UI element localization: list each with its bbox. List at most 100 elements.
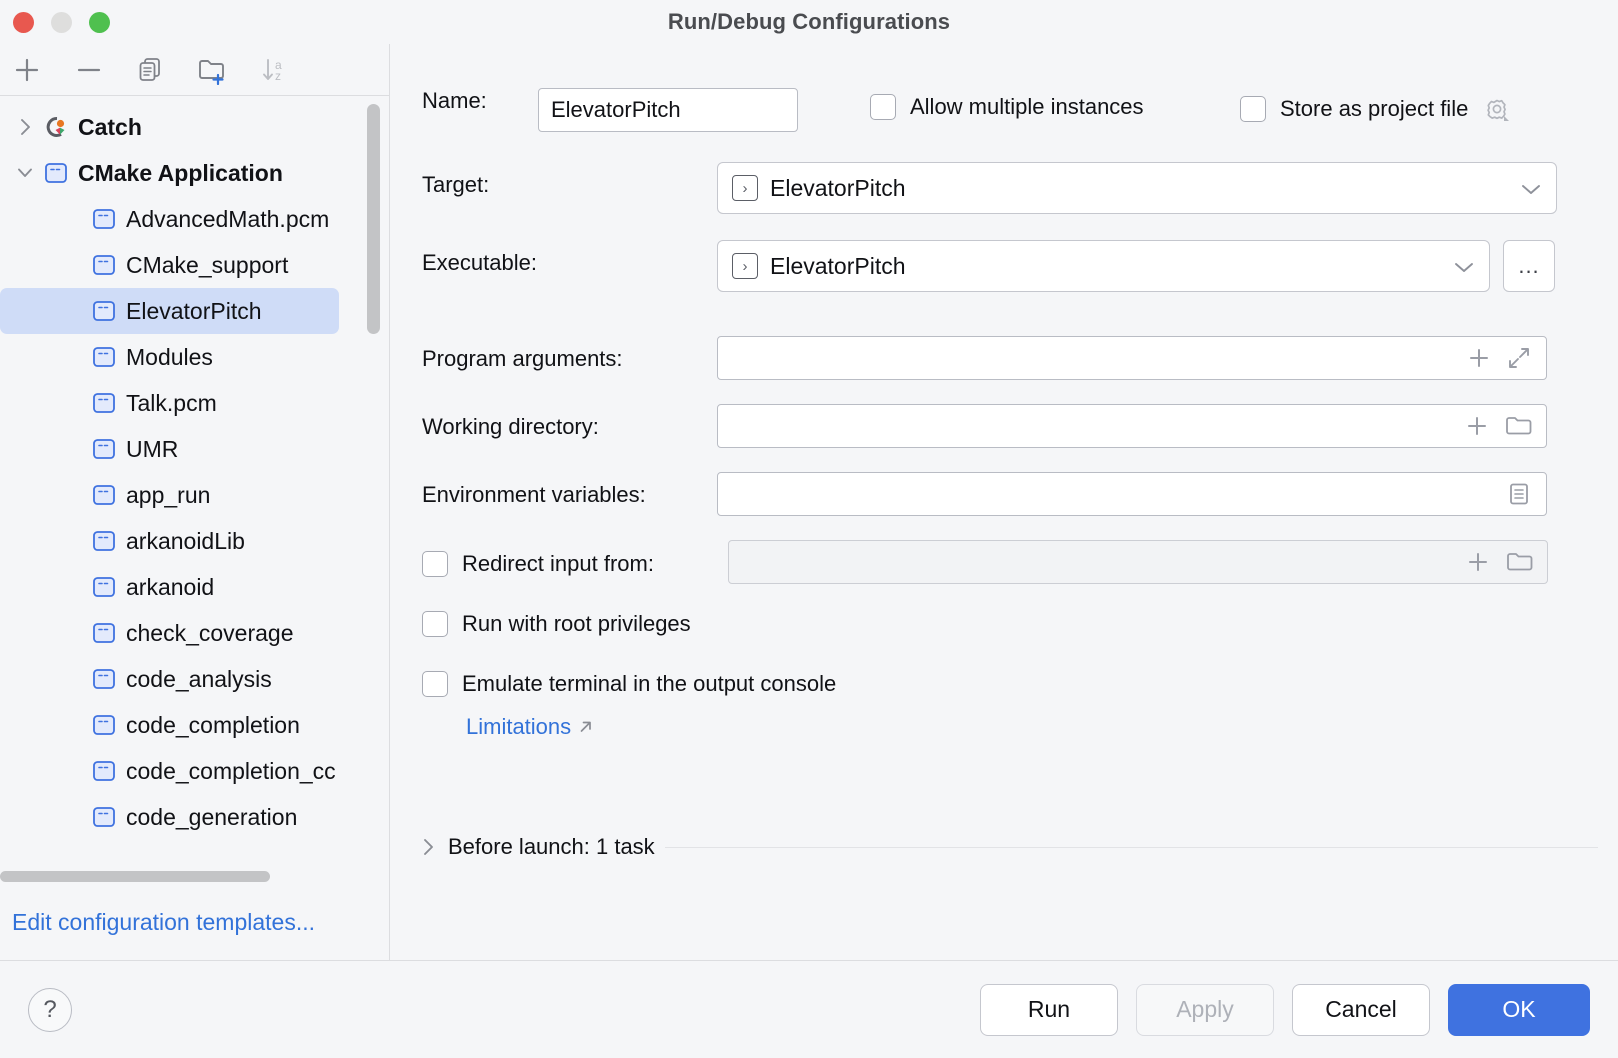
redirect-input-path-input[interactable]	[728, 540, 1548, 584]
program-arguments-input[interactable]	[717, 336, 1547, 380]
allow-multiple-instances-row[interactable]: Allow multiple instances	[870, 94, 1144, 120]
tree-item-code-analysis[interactable]: code_analysis	[0, 656, 389, 702]
executable-browse-button[interactable]: ...	[1503, 240, 1555, 292]
allow-multiple-instances-checkbox[interactable]	[870, 94, 896, 120]
sidebar-vertical-scrollbar[interactable]	[367, 104, 380, 334]
target-combobox[interactable]: › ElevatorPitch	[717, 162, 1557, 214]
cancel-button-label: Cancel	[1325, 996, 1397, 1023]
limitations-row[interactable]: Limitations	[466, 714, 594, 740]
tree-item-label: ElevatorPitch	[126, 298, 262, 325]
chevron-right-icon[interactable]	[418, 835, 438, 859]
tree-item-check-coverage[interactable]: check_coverage	[0, 610, 389, 656]
before-launch-divider	[665, 847, 1598, 848]
help-button[interactable]: ?	[28, 988, 72, 1032]
executable-browse-label: ...	[1518, 253, 1539, 279]
name-label: Name:	[422, 88, 542, 114]
tree-item-cmake-support[interactable]: CMake_support	[0, 242, 389, 288]
store-as-project-file-label: Store as project file	[1280, 96, 1468, 122]
before-launch-section[interactable]: Before launch: 1 task	[418, 834, 1598, 860]
executable-value: ElevatorPitch	[770, 253, 906, 280]
target-value: ElevatorPitch	[770, 175, 906, 202]
cmake-app-icon	[88, 805, 120, 829]
tree-item-talk-pcm[interactable]: Talk.pcm	[0, 380, 389, 426]
tree-item-label: Catch	[78, 114, 142, 141]
tree-item-label: AdvancedMath.pcm	[126, 206, 329, 233]
tree-item-label: arkanoid	[126, 574, 214, 601]
working-directory-input[interactable]	[717, 404, 1547, 448]
expand-editor-icon[interactable]	[1506, 345, 1532, 371]
run-with-root-checkbox[interactable]	[422, 611, 448, 637]
emulate-terminal-row[interactable]: Emulate terminal in the output console	[422, 671, 836, 697]
title-bar: Run/Debug Configurations	[0, 0, 1618, 44]
tree-item-label: code_generation	[126, 804, 297, 831]
copy-configuration-button[interactable]	[132, 51, 170, 89]
tree-item-modules[interactable]: Modules	[0, 334, 389, 380]
svg-text:z: z	[275, 69, 281, 83]
tree-item-advancedmath-pcm[interactable]: AdvancedMath.pcm	[0, 196, 389, 242]
run-button[interactable]: Run	[980, 984, 1118, 1036]
configurations-tree: Catch CMake Application AdvancedMath.pcm CM…	[0, 96, 389, 840]
environment-variables-label: Environment variables:	[422, 482, 646, 508]
tree-item-app-run[interactable]: app_run	[0, 472, 389, 518]
insert-macro-icon[interactable]	[1466, 345, 1492, 371]
tree-item-umr[interactable]: UMR	[0, 426, 389, 472]
run-debug-configurations-dialog: Run/Debug Configurations	[0, 0, 1618, 1058]
maximize-window-button[interactable]	[89, 12, 110, 33]
tree-item-label: Modules	[126, 344, 213, 371]
browse-folder-icon[interactable]	[1504, 413, 1532, 439]
tree-item-code-completion[interactable]: code_completion	[0, 702, 389, 748]
redirect-input-checkbox[interactable]	[422, 551, 448, 577]
chevron-right-icon[interactable]	[10, 115, 40, 139]
window-controls	[13, 12, 110, 33]
executable-row: Executable:	[422, 250, 537, 276]
tree-item-label: app_run	[126, 482, 210, 509]
working-directory-row: Working directory:	[422, 414, 599, 440]
add-configuration-button[interactable]	[8, 51, 46, 89]
environment-variables-input[interactable]	[717, 472, 1547, 516]
tree-item-code-generation[interactable]: code_generation	[0, 794, 389, 840]
cmake-app-icon	[88, 621, 120, 645]
name-input[interactable]: ElevatorPitch	[538, 88, 798, 132]
cmake-app-icon	[88, 483, 120, 507]
executable-combobox[interactable]: › ElevatorPitch	[717, 240, 1490, 292]
new-folder-button[interactable]	[194, 51, 232, 89]
run-with-root-row[interactable]: Run with root privileges	[422, 611, 691, 637]
tree-item-arkanoidlib[interactable]: arkanoidLib	[0, 518, 389, 564]
cmake-app-icon	[88, 759, 120, 783]
store-as-project-file-checkbox[interactable]	[1240, 96, 1266, 122]
tree-item-label: code_completion_cc	[126, 758, 336, 785]
program-arguments-label: Program arguments:	[422, 346, 623, 372]
tree-item-catch[interactable]: Catch	[0, 104, 389, 150]
emulate-terminal-label: Emulate terminal in the output console	[462, 671, 836, 697]
tree-item-elevatorpitch[interactable]: ElevatorPitch	[0, 288, 339, 334]
remove-configuration-button[interactable]	[70, 51, 108, 89]
browse-folder-icon[interactable]	[1505, 549, 1533, 575]
redirect-input-row[interactable]: Redirect input from:	[422, 551, 654, 577]
tree-item-cmake-application[interactable]: CMake Application	[0, 150, 389, 196]
cmake-app-icon	[88, 391, 120, 415]
cmake-app-icon	[88, 667, 120, 691]
tree-item-arkanoid[interactable]: arkanoid	[0, 564, 389, 610]
limitations-link[interactable]: Limitations	[466, 714, 571, 740]
tree-item-label: code_analysis	[126, 666, 272, 693]
redirect-input-label: Redirect input from:	[462, 551, 654, 577]
environment-variables-editor-icon[interactable]	[1506, 481, 1532, 507]
minimize-window-button[interactable]	[51, 12, 72, 33]
insert-macro-icon[interactable]	[1464, 413, 1490, 439]
gear-icon[interactable]	[1482, 94, 1512, 124]
close-window-button[interactable]	[13, 12, 34, 33]
sidebar-horizontal-scrollbar[interactable]	[0, 871, 270, 882]
edit-configuration-templates-link[interactable]: Edit configuration templates...	[12, 909, 315, 936]
sidebar-footer: Edit configuration templates...	[0, 884, 389, 960]
sort-configurations-button[interactable]: a z	[256, 51, 294, 89]
tree-item-code-completion-cc[interactable]: code_completion_cc	[0, 748, 389, 794]
apply-button-label: Apply	[1176, 996, 1234, 1023]
ok-button[interactable]: OK	[1448, 984, 1590, 1036]
cancel-button[interactable]: Cancel	[1292, 984, 1430, 1036]
emulate-terminal-checkbox[interactable]	[422, 671, 448, 697]
apply-button[interactable]: Apply	[1136, 984, 1274, 1036]
configuration-form: Name: ElevatorPitch Allow multiple insta…	[390, 44, 1618, 960]
insert-macro-icon[interactable]	[1465, 549, 1491, 575]
chevron-down-icon[interactable]	[10, 161, 40, 185]
store-as-project-file-row[interactable]: Store as project file	[1240, 94, 1512, 124]
